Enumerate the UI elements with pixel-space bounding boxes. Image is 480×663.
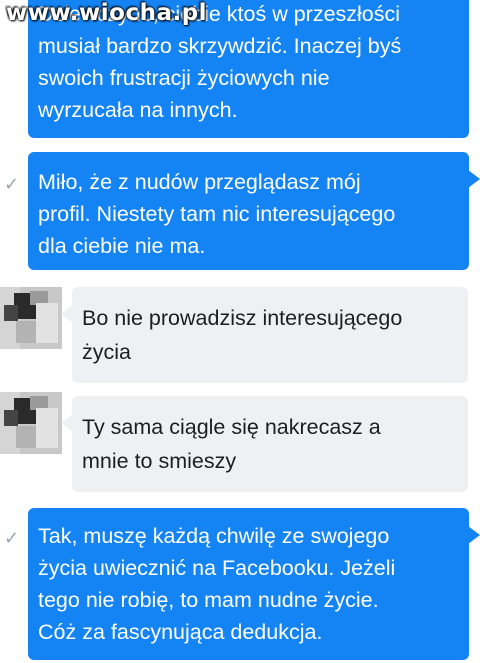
message-text: Bo nie prowadzisz interesującego życia	[82, 306, 403, 364]
bubble-tail	[61, 414, 73, 432]
watermark-logo: www.wiocha.pl	[6, 0, 208, 26]
message-row: ✓ Tak, muszę każdą chwilę ze swojego życ…	[0, 508, 480, 660]
bubble-tail	[468, 526, 480, 544]
check-icon: ✓	[4, 174, 20, 195]
message-bubble-outgoing[interactable]: Tak, muszę każdą chwilę ze swojego życia…	[28, 508, 480, 660]
message-row: Bo nie prowadzisz interesującego życia	[0, 287, 480, 383]
message-text: Miło, że z nudów przeglądasz mój profil.…	[38, 170, 396, 258]
message-row: Ty sama ciągle się nakrecasz a mnie to s…	[0, 392, 480, 492]
check-icon: ✓	[4, 528, 20, 549]
message-bubble-outgoing[interactable]: Miło, że z nudów przeglądasz mój profil.…	[28, 152, 480, 270]
bubble-tail	[468, 170, 480, 188]
message-bubble-incoming[interactable]: Ty sama ciągle się nakrecasz a mnie to s…	[61, 396, 468, 492]
avatar[interactable]	[0, 287, 62, 349]
message-bubble-incoming[interactable]: Bo nie prowadzisz interesującego życia	[61, 287, 468, 383]
avatar[interactable]	[0, 392, 62, 454]
message-row: ✓ Miło, że z nudów przeglądasz mój profi…	[0, 152, 480, 272]
bubble-tail	[61, 305, 73, 323]
message-text: Tak, muszę każdą chwilę ze swojego życia…	[38, 524, 396, 644]
message-text: Ty sama ciągle się nakrecasz a mnie to s…	[82, 415, 381, 473]
